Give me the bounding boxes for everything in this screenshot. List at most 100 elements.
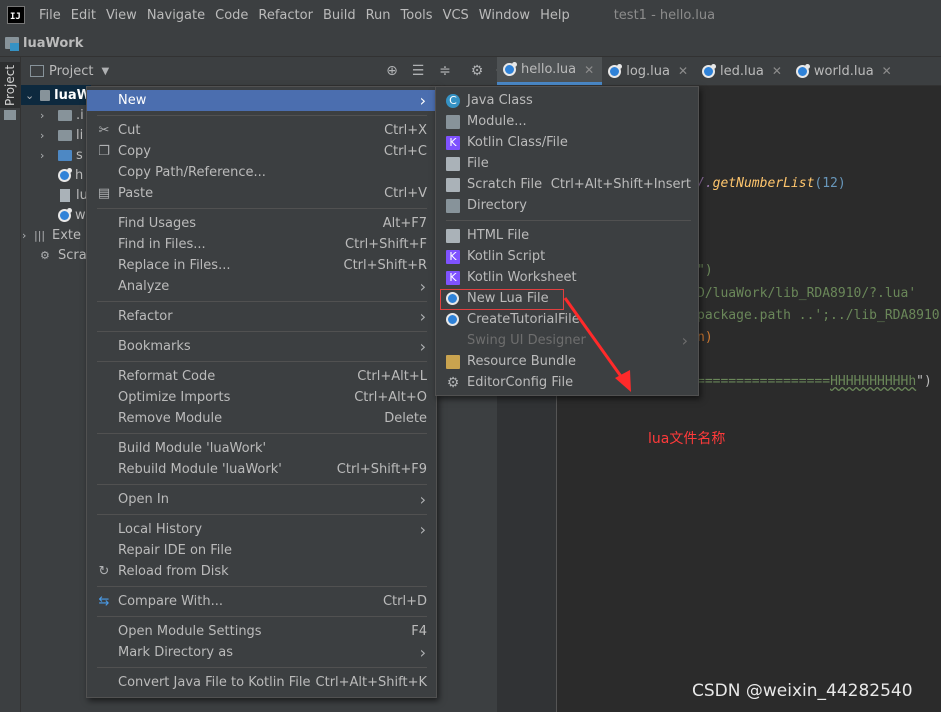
highlight-rectangle [440,289,564,310]
menu-item-analyze[interactable]: Analyze › [87,276,436,297]
menu-item-label: Java Class [467,93,533,108]
menu-item-label: Copy [118,144,151,159]
navigation-bar: luaWork [0,30,941,57]
menu-item-open-in[interactable]: Open In › [87,489,436,510]
tree-item-idea-folder[interactable]: › .i [40,105,90,125]
menu-window[interactable]: Window [479,8,530,23]
chevron-right-icon[interactable]: › [22,229,34,242]
menu-item-label: Mark Directory as [118,645,233,660]
locate-icon[interactable]: ⊕ [384,63,400,79]
project-view-icon [30,65,44,77]
menu-item-find-in-files[interactable]: Find in Files... Ctrl+Shift+F [87,234,436,255]
expand-all-icon[interactable]: ☰ [410,63,426,79]
new-item-kotlin-script[interactable]: K Kotlin Script [436,246,698,267]
new-item-html-file[interactable]: HTML File [436,225,698,246]
menu-item-label: Remove Module [118,411,223,426]
menu-item-optimize-imports[interactable]: Optimize Imports Ctrl+Alt+O [87,387,436,408]
tree-item-project-root[interactable]: ⌄ luaW [21,85,91,105]
menu-item-copy-path-reference[interactable]: Copy Path/Reference... [87,162,436,183]
menu-item-label: Replace in Files... [118,258,231,273]
tree-item-lib-folder[interactable]: › li [40,125,90,145]
tree-item-src-folder[interactable]: › s [40,145,90,165]
source-folder-icon [58,149,72,161]
gear-icon[interactable]: ⚙ [469,63,485,79]
menu-item-compare-with[interactable]: ⇆ Compare With... Ctrl+D [87,591,436,612]
menu-navigate[interactable]: Navigate [147,8,205,23]
menu-item-bookmarks[interactable]: Bookmarks › [87,336,436,357]
scratches-icon: ⚙ [40,248,50,262]
menu-item-remove-module[interactable]: Remove Module Delete [87,408,436,429]
menu-help[interactable]: Help [540,8,570,23]
menu-build[interactable]: Build [323,8,356,23]
chevron-down-icon[interactable]: ⌄ [25,89,34,102]
menu-item-reformat-code[interactable]: Reformat Code Ctrl+Alt+L [87,366,436,387]
scratch-icon [446,177,460,192]
menu-item-repair-ide-on-file[interactable]: Repair IDE on File [87,540,436,561]
new-item-module[interactable]: Module... [436,111,698,132]
menu-code[interactable]: Code [215,8,248,23]
new-item-kotlin-class-file[interactable]: K Kotlin Class/File [436,132,698,153]
lua-icon [58,167,72,182]
menu-item-paste[interactable]: ▤ Paste Ctrl+V [87,183,436,204]
close-icon[interactable]: ✕ [882,64,892,78]
menu-item-shortcut: Ctrl+Alt+Shift+K [315,675,427,690]
menu-item-label: Local History [118,522,203,537]
menu-item-copy[interactable]: ❐ Copy Ctrl+C [87,141,436,162]
menu-view[interactable]: View [106,8,137,23]
tab-world-lua[interactable]: world.lua ✕ [790,57,900,85]
chevron-down-icon[interactable]: ▼ [101,66,109,77]
menu-item-label: Kotlin Worksheet [467,270,577,285]
menu-item-build-module-luawork[interactable]: Build Module 'luaWork' [87,438,436,459]
lua-icon [58,207,72,222]
menu-separator [97,616,427,617]
menu-item-open-module-settings[interactable]: Open Module Settings F4 [87,621,436,642]
chevron-right-icon[interactable]: › [40,149,52,162]
tab-led-lua[interactable]: led.lua ✕ [696,57,790,85]
menu-item-rebuild-module-luawork[interactable]: Rebuild Module 'luaWork' Ctrl+Shift+F9 [87,459,436,480]
menu-item-replace-in-files[interactable]: Replace in Files... Ctrl+Shift+R [87,255,436,276]
menu-file[interactable]: File [39,8,61,23]
structure-icon[interactable] [4,110,16,120]
project-tool-window-tab[interactable]: Project [0,62,20,108]
chevron-right-icon: › [419,520,426,539]
menu-item-reload-from-disk[interactable]: ↻ Reload from Disk [87,561,436,582]
tab-log-lua[interactable]: log.lua ✕ [602,57,696,85]
menu-item-refactor[interactable]: Refactor › [87,306,436,327]
menu-vcs[interactable]: VCS [443,8,469,23]
breadcrumb-project[interactable]: luaWork [23,36,83,51]
project-view-selector[interactable]: Project [49,64,93,79]
menu-item-label: Paste [118,186,154,201]
tree-item-external-libraries[interactable]: › ||| Exte [22,225,90,245]
chevron-right-icon: › [681,331,688,350]
tab-hello-lua[interactable]: hello.lua ✕ [497,57,603,85]
editor-tab-bar: hello.lua ✕ log.lua ✕ led.lua ✕ world.lu… [497,57,941,86]
menu-item-label: Analyze [118,279,170,294]
folder-icon [446,198,460,213]
menu-run[interactable]: Run [366,8,391,23]
menu-separator [97,586,427,587]
file-icon [60,188,70,202]
menu-item-convert-java-file-to-kotlin-file[interactable]: Convert Java File to Kotlin File Ctrl+Alt… [87,672,436,693]
new-item-kotlin-worksheet[interactable]: K Kotlin Worksheet [436,267,698,288]
menu-item-local-history[interactable]: Local History › [87,519,436,540]
menu-edit[interactable]: Edit [71,8,96,23]
close-icon[interactable]: ✕ [678,64,688,78]
menu-item-cut[interactable]: ✂ Cut Ctrl+X [87,120,436,141]
menu-item-label: Reformat Code [118,369,216,384]
menu-refactor[interactable]: Refactor [258,8,313,23]
chevron-right-icon[interactable]: › [40,109,52,122]
menu-item-mark-directory-as[interactable]: Mark Directory as › [87,642,436,663]
chevron-right-icon[interactable]: › [40,129,52,142]
menu-item-new[interactable]: New › [87,90,436,111]
new-item-scratch-file[interactable]: Scratch File Ctrl+Alt+Shift+Insert [436,174,698,195]
folder-icon [58,109,72,121]
new-item-file[interactable]: File [436,153,698,174]
tree-item-scratches[interactable]: ⚙ Scra [40,245,90,265]
close-icon[interactable]: ✕ [584,63,594,77]
new-item-java-class[interactable]: C Java Class [436,90,698,111]
close-icon[interactable]: ✕ [772,64,782,78]
new-item-directory[interactable]: Directory [436,195,698,216]
menu-tools[interactable]: Tools [401,8,433,23]
collapse-all-icon[interactable]: ≑ [437,63,453,79]
menu-item-find-usages[interactable]: Find Usages Alt+F7 [87,213,436,234]
